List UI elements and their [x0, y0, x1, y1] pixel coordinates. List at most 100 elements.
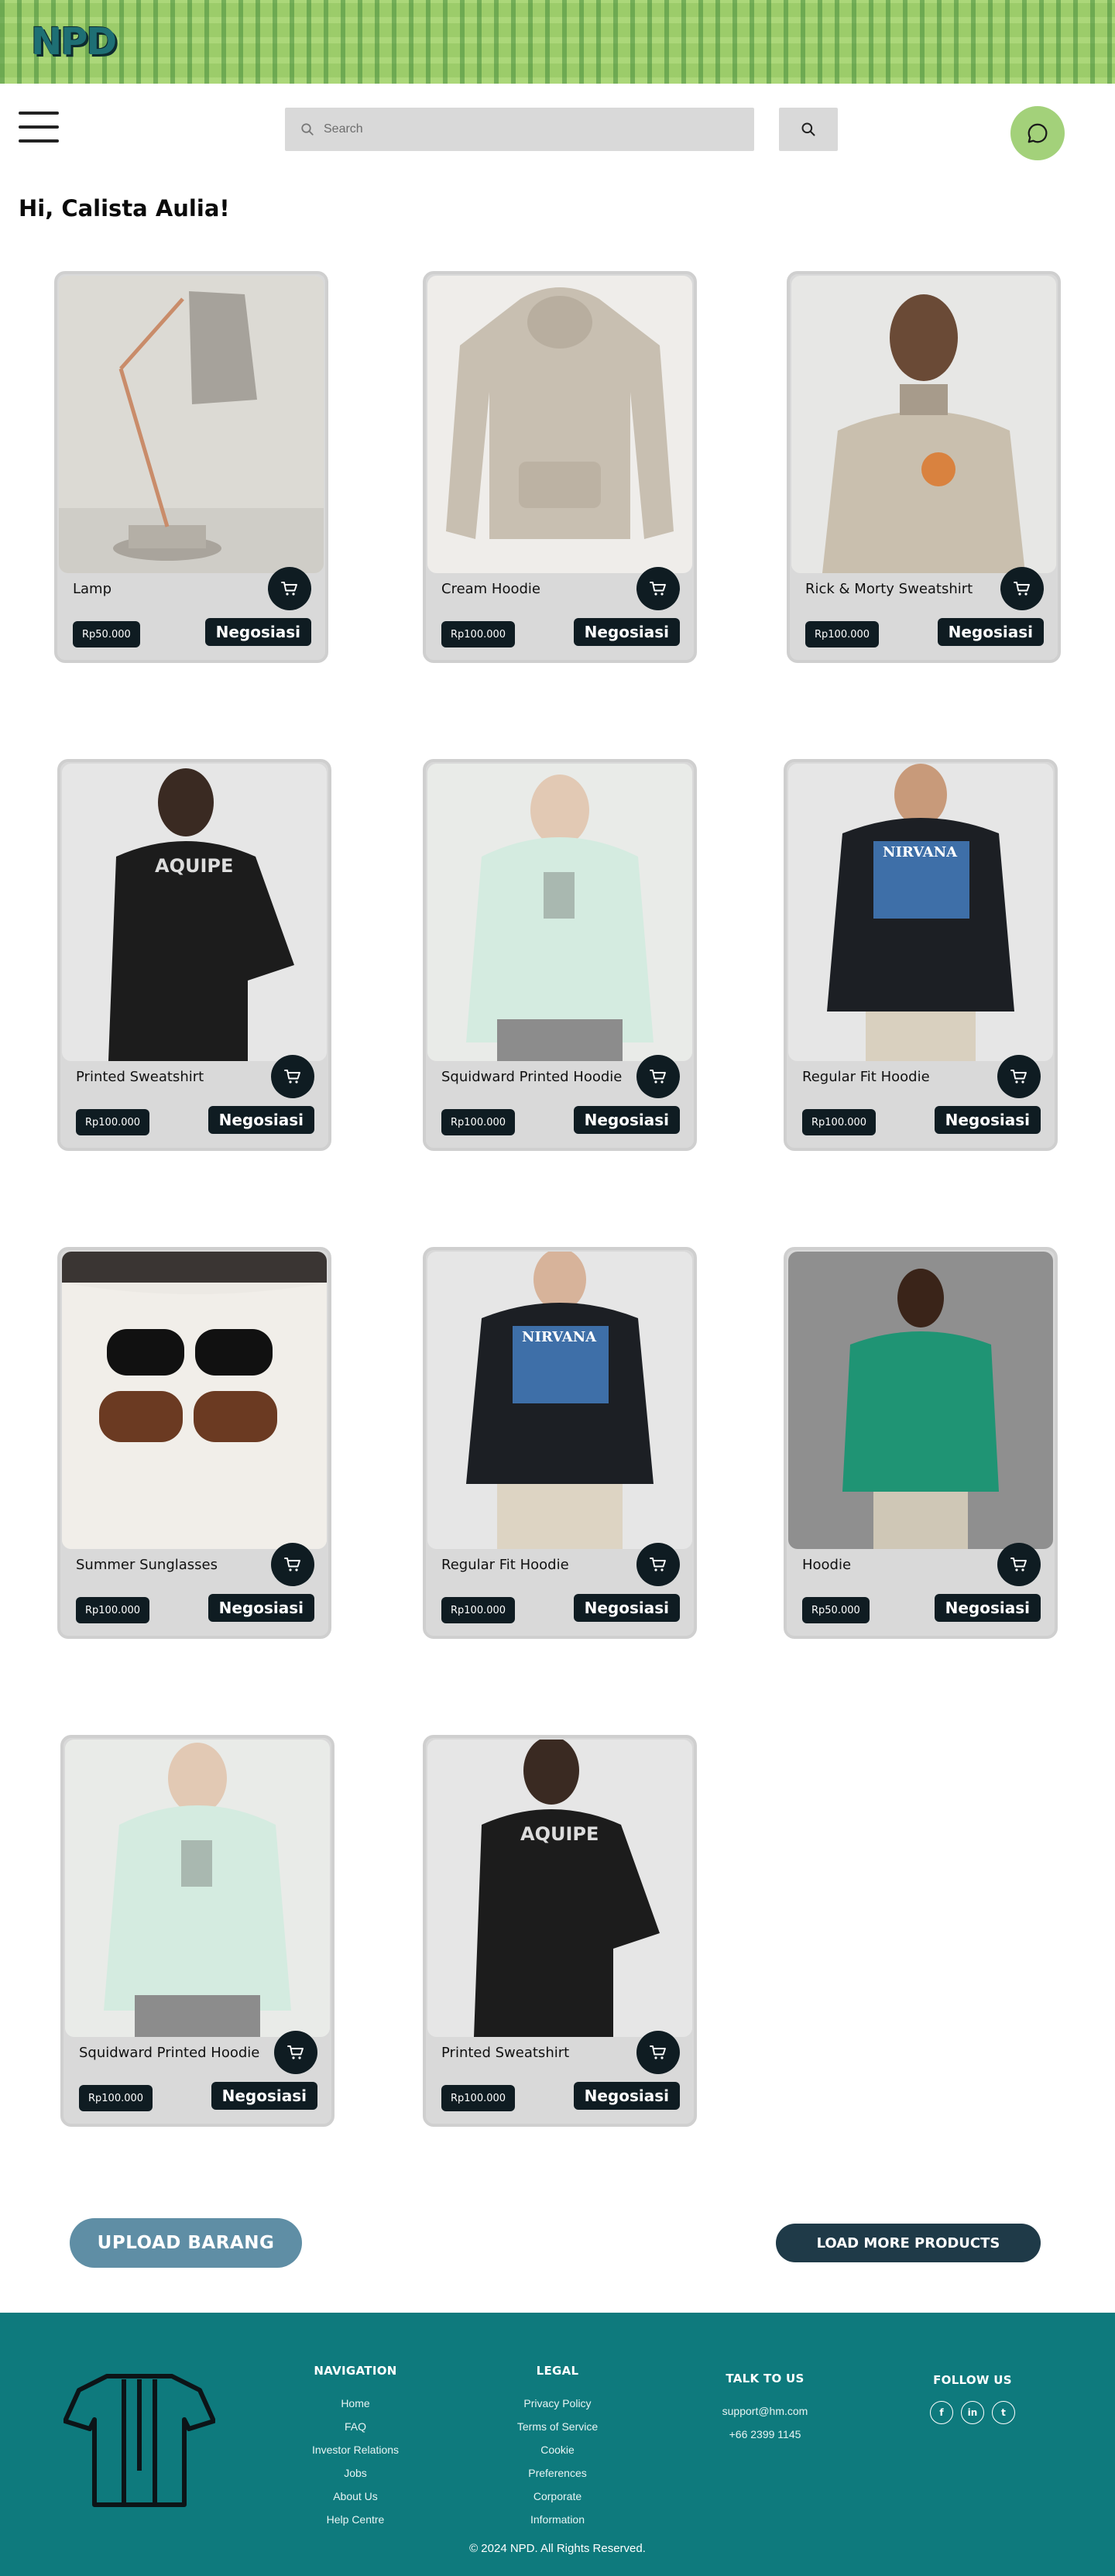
hamburger-menu-icon[interactable]: [19, 112, 59, 143]
npd-logo[interactable]: NPD: [31, 20, 119, 64]
add-to-cart-button[interactable]: [274, 2031, 317, 2074]
cart-icon: [287, 2045, 304, 2059]
cart-icon: [1014, 582, 1030, 596]
cart-icon: [650, 1070, 666, 1084]
footer-link-terms-of-service[interactable]: Terms of Service: [496, 2415, 619, 2438]
add-to-cart-button[interactable]: [636, 1543, 680, 1586]
negotiate-button[interactable]: Negosiasi: [204, 618, 311, 646]
load-more-button[interactable]: LOAD MORE PRODUCTS: [776, 2224, 1041, 2262]
price-badge: Rp100.000: [76, 1109, 150, 1135]
negotiate-button[interactable]: Negosiasi: [573, 2082, 680, 2110]
negotiate-button[interactable]: Negosiasi: [573, 1106, 680, 1134]
product-image[interactable]: NIRVANA: [788, 764, 1053, 1061]
add-to-cart-button[interactable]: [997, 1055, 1041, 1098]
price-badge: Rp100.000: [441, 2085, 516, 2111]
product-name: Regular Fit Hoodie: [441, 1557, 569, 1573]
svg-text:NIRVANA: NIRVANA: [522, 1329, 597, 1345]
negotiate-button[interactable]: Negosiasi: [208, 1594, 314, 1622]
product-name: Printed Sweatshirt: [76, 1069, 204, 1085]
add-to-cart-button[interactable]: [271, 1543, 314, 1586]
search-button[interactable]: [779, 108, 838, 151]
footer-link-home[interactable]: Home: [293, 2392, 417, 2415]
svg-text:AQUIPE: AQUIPE: [155, 855, 233, 877]
cart-icon: [284, 1070, 300, 1084]
footer-phone-link[interactable]: +66 2399 1145: [703, 2423, 827, 2446]
product-image[interactable]: [59, 276, 324, 573]
footer-link-information[interactable]: Information: [496, 2508, 619, 2531]
footer-link-about-us[interactable]: About Us: [293, 2485, 417, 2508]
search-box[interactable]: [285, 108, 754, 151]
footer-talk-to-us: TALK TO US support@hm.com +66 2399 1145: [703, 2372, 827, 2446]
footer-link-preferences[interactable]: Preferences: [496, 2461, 619, 2485]
add-to-cart-button[interactable]: [997, 1543, 1041, 1586]
twitter-icon[interactable]: t: [992, 2401, 1015, 2424]
cart-icon: [650, 582, 666, 596]
product-image[interactable]: [427, 276, 692, 573]
product-image[interactable]: [427, 764, 692, 1061]
search-icon: [801, 122, 815, 136]
add-to-cart-button[interactable]: [636, 567, 680, 610]
add-to-cart-button[interactable]: [636, 2031, 680, 2074]
price-badge: Rp100.000: [805, 621, 880, 647]
product-card[interactable]: Squidward Printed Hoodie Rp100.000 Negosia…: [60, 1735, 334, 2127]
product-card[interactable]: Squidward Printed Hoodie Rp100.000 Negosia…: [423, 759, 697, 1151]
add-to-cart-button[interactable]: [636, 1055, 680, 1098]
negotiate-button[interactable]: Negosiasi: [573, 618, 680, 646]
cart-icon: [1010, 1558, 1027, 1571]
add-to-cart-button[interactable]: [1000, 567, 1044, 610]
product-image[interactable]: AQUIPE: [62, 764, 327, 1061]
negotiate-button[interactable]: Negosiasi: [211, 2082, 317, 2110]
footer-link-cookie[interactable]: Cookie: [496, 2438, 619, 2461]
product-card[interactable]: NIRVANA Regular Fit Hoodie Rp100.000 Negosi…: [423, 1247, 697, 1639]
negotiate-button[interactable]: Negosiasi: [934, 1594, 1041, 1622]
linkedin-icon[interactable]: in: [961, 2401, 984, 2424]
negotiate-button[interactable]: Negosiasi: [934, 1106, 1041, 1134]
search-icon: [301, 123, 314, 136]
product-card[interactable]: AQUIPE Printed Sweatshirt Rp100.000 Negosia…: [57, 759, 331, 1151]
chat-button[interactable]: [1010, 106, 1065, 160]
product-name: Printed Sweatshirt: [441, 2045, 570, 2061]
negotiate-button[interactable]: Negosiasi: [573, 1594, 680, 1622]
footer-link-jobs[interactable]: Jobs: [293, 2461, 417, 2485]
product-image[interactable]: AQUIPE: [427, 1740, 692, 2037]
add-to-cart-button[interactable]: [271, 1055, 314, 1098]
chat-bubble-icon: [1028, 123, 1048, 143]
negotiate-button[interactable]: Negosiasi: [937, 618, 1044, 646]
add-to-cart-button[interactable]: [268, 567, 311, 610]
product-card[interactable]: Cream Hoodie Rp100.000 Negosiasi: [423, 271, 697, 663]
search-input[interactable]: [324, 122, 726, 136]
negotiate-button[interactable]: Negosiasi: [208, 1106, 314, 1134]
product-card[interactable]: AQUIPE Printed Sweatshirt Rp100.000 Negosia…: [423, 1735, 697, 2127]
footer-link-corporate[interactable]: Corporate: [496, 2485, 619, 2508]
footer-talk-title: TALK TO US: [726, 2372, 805, 2385]
price-badge: Rp100.000: [441, 1109, 516, 1135]
product-image[interactable]: NIRVANA: [427, 1252, 692, 1549]
price-badge: Rp100.000: [76, 1597, 150, 1623]
product-card[interactable]: NIRVANA Regular Fit Hoodie Rp100.000 Negosi…: [784, 759, 1058, 1151]
cart-icon: [1010, 1070, 1027, 1084]
product-image[interactable]: [65, 1740, 330, 2037]
footer-link-investor-relations[interactable]: Investor Relations: [293, 2438, 417, 2461]
footer-email-link[interactable]: support@hm.com: [703, 2399, 827, 2423]
footer-navigation-title: NAVIGATION: [314, 2364, 397, 2378]
svg-text:AQUIPE: AQUIPE: [520, 1823, 599, 1845]
product-image[interactable]: [62, 1252, 327, 1549]
product-card[interactable]: Hoodie Rp50.000 Negosiasi: [784, 1247, 1058, 1639]
price-badge: Rp50.000: [802, 1597, 870, 1623]
logo-text: NPD: [31, 20, 117, 64]
product-name: Squidward Printed Hoodie: [79, 2045, 260, 2061]
product-card[interactable]: Summer Sunglasses Rp100.000 Negosiasi: [57, 1247, 331, 1639]
product-name: Squidward Printed Hoodie: [441, 1069, 623, 1085]
product-name: Lamp: [73, 581, 112, 597]
footer-link-privacy-policy[interactable]: Privacy Policy: [496, 2392, 619, 2415]
footer-link-faq[interactable]: FAQ: [293, 2415, 417, 2438]
product-image[interactable]: [791, 276, 1056, 573]
upload-item-button[interactable]: UPLOAD BARANG: [70, 2218, 302, 2268]
footer-link-help-centre[interactable]: Help Centre: [293, 2508, 417, 2531]
price-badge: Rp100.000: [79, 2085, 153, 2111]
product-image[interactable]: [788, 1252, 1053, 1549]
product-card[interactable]: Lamp Rp50.000 Negosiasi: [54, 271, 328, 663]
svg-text:NIRVANA: NIRVANA: [883, 844, 958, 860]
product-card[interactable]: Rick & Morty Sweatshirt Rp100.000 Negosias…: [787, 271, 1061, 663]
facebook-icon[interactable]: f: [930, 2401, 953, 2424]
